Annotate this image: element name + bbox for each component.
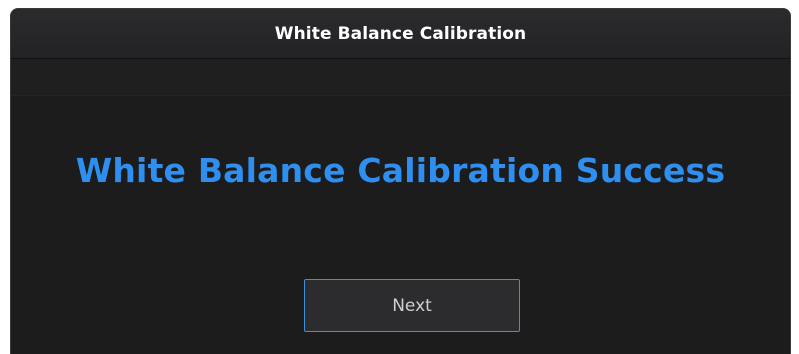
next-button[interactable]: Next [304, 279, 520, 332]
success-message: White Balance Calibration Success [75, 151, 726, 190]
dialog-title: White Balance Calibration [274, 23, 527, 44]
calibration-dialog: White Balance Calibration White Balance … [10, 8, 791, 354]
dialog-content: White Balance Calibration Success Next [11, 59, 790, 354]
dialog-title-bar: White Balance Calibration [11, 9, 790, 59]
